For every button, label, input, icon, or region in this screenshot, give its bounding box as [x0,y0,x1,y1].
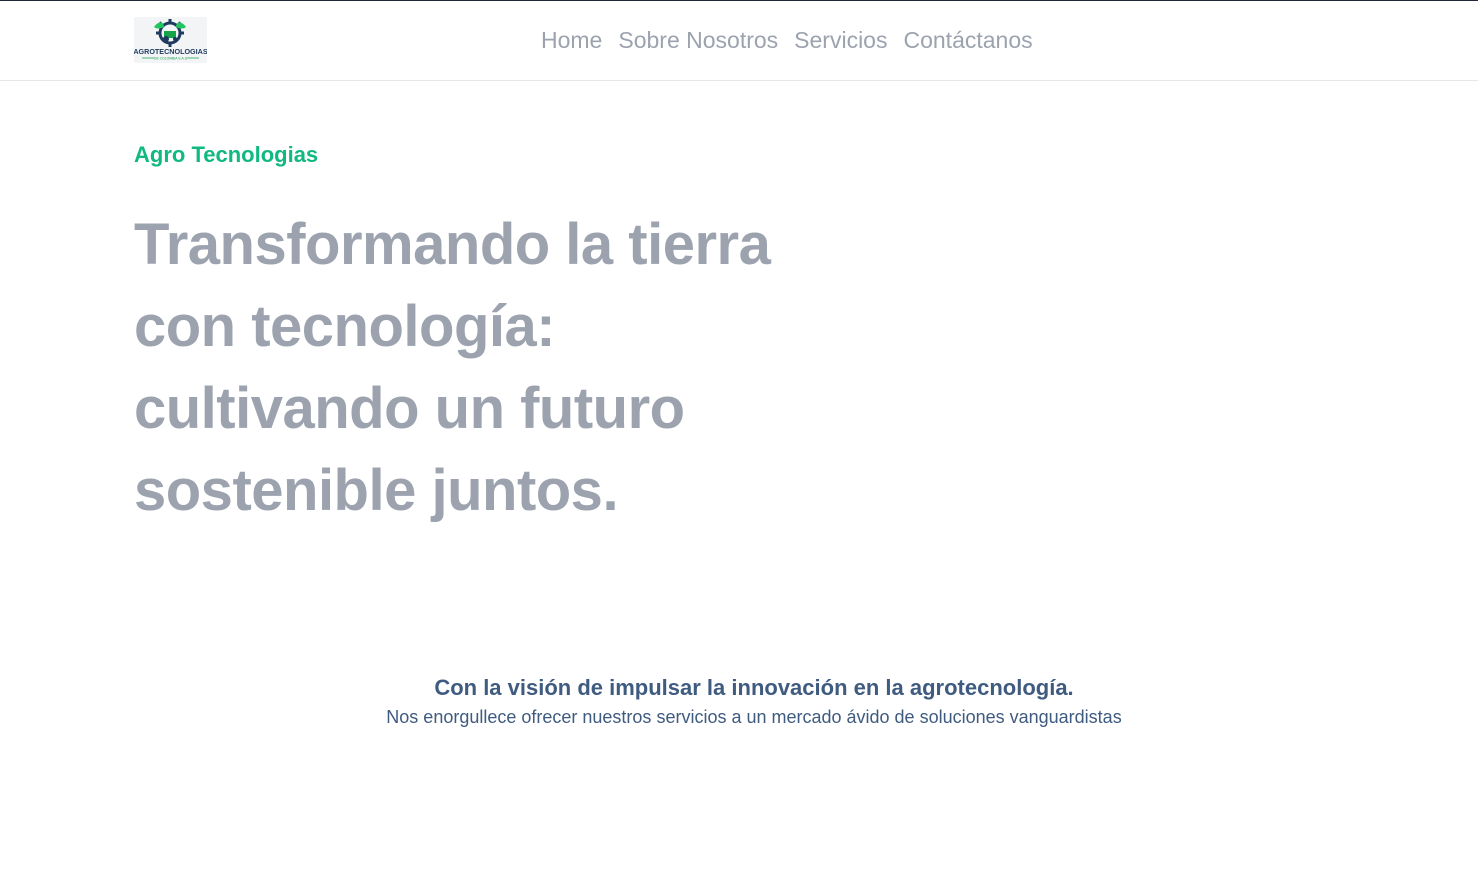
brand-logo[interactable]: AGROTECNOLOGIAS DE COLOMBIA S.A.S [134,17,207,63]
navbar: AGROTECNOLOGIAS DE COLOMBIA S.A.S Home S… [0,1,1478,81]
logo-wordmark: AGROTECNOLOGIAS [134,47,207,56]
vision-subtitle: Nos enorgullece ofrecer nuestros servici… [386,707,1122,727]
nav-link-contactanos[interactable]: Contáctanos [903,25,1032,55]
hero-eyebrow: Agro Tecnologias [134,142,319,167]
nav-link-servicios[interactable]: Servicios [794,25,887,55]
nav-link-sobre-nosotros[interactable]: Sobre Nosotros [618,25,778,55]
hero-title: Transformando la tierra con tecnología: … [134,212,771,523]
gear-leaf-logo-icon: AGROTECNOLOGIAS DE COLOMBIA S.A.S [134,19,207,61]
logo-subtext: DE COLOMBIA S.A.S [154,57,188,61]
vision-title: Con la visión de impulsar la innovación … [434,675,1074,700]
nav-link-home[interactable]: Home [541,25,602,55]
main-nav: Home Sobre Nosotros Servicios Contáctano… [541,25,1033,55]
vision-section: Con la visión de impulsar la innovación … [0,672,1478,730]
